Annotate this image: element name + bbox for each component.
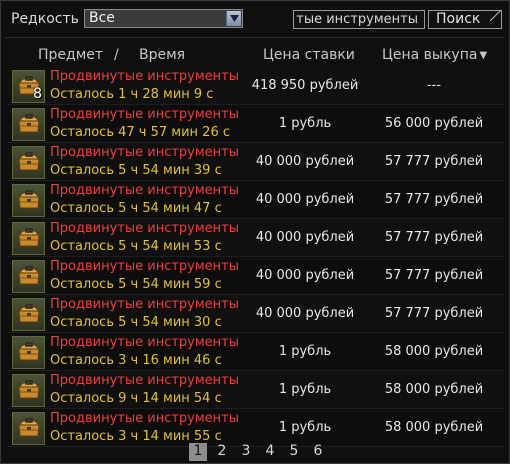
bid-price: 418 950 рублей: [251, 78, 359, 93]
divider: [5, 37, 505, 38]
column-header-bid[interactable]: Цена ставки: [263, 47, 355, 63]
item-name[interactable]: Продвинутые инструменты: [50, 259, 239, 274]
item-name[interactable]: Продвинутые инструменты: [50, 335, 239, 350]
time-left: Осталось 3 ч 14 мин 55 с: [50, 429, 222, 444]
toolbox-icon[interactable]: [12, 108, 45, 141]
bid-price: 1 рубль: [278, 116, 332, 131]
bid-price: 40 000 рублей: [255, 306, 355, 321]
column-header-buyout-label: Цена выкупа: [382, 47, 478, 63]
item-name[interactable]: Продвинутые инструменты: [50, 107, 239, 122]
sort-down-icon: ▼: [479, 50, 488, 61]
table-row[interactable]: Продвинутые инструменты Осталось 9 ч 14 м…: [7, 371, 505, 409]
buyout-price: 57 777 рублей: [384, 268, 484, 283]
time-left: Осталось 9 ч 14 мин 54 с: [50, 391, 222, 406]
bid-price: 40 000 рублей: [255, 230, 355, 245]
table-row[interactable]: Продвинутые инструменты Осталось 47 ч 57 …: [7, 105, 505, 143]
table-row[interactable]: Продвинутые инструменты Осталось 5 ч 54 м…: [7, 257, 505, 295]
toolbox-icon[interactable]: [12, 298, 45, 331]
column-header-item[interactable]: Предмет: [38, 47, 103, 63]
table-row[interactable]: 8 Продвинутые инструменты Осталось 1 ч 28 …: [7, 67, 505, 105]
toolbox-icon[interactable]: [12, 184, 45, 217]
bid-price: 40 000 рублей: [255, 268, 355, 283]
search-button-label: Поиск: [436, 11, 481, 27]
buyout-price: 57 777 рублей: [384, 306, 484, 321]
bid-price: 1 рубль: [278, 344, 332, 359]
buyout-price: 58 000 рублей: [384, 382, 484, 397]
rarity-label: Редкость: [11, 11, 79, 27]
item-name[interactable]: Продвинутые инструменты: [50, 373, 239, 388]
bid-price: 1 рубль: [278, 420, 332, 435]
corner-decoration-icon: [490, 10, 502, 22]
buyout-price: 57 777 рублей: [384, 154, 484, 169]
item-name[interactable]: Продвинутые инструменты: [50, 69, 239, 84]
item-name[interactable]: Продвинутые инструменты: [50, 221, 239, 236]
page-link-6[interactable]: 6: [309, 443, 327, 461]
item-name[interactable]: Продвинутые инструменты: [50, 297, 239, 312]
page-link-1[interactable]: 1: [189, 443, 207, 461]
buyout-price: 57 777 рублей: [384, 230, 484, 245]
toolbox-icon[interactable]: [12, 336, 45, 369]
item-name[interactable]: Продвинутые инструменты: [50, 183, 239, 198]
item-name[interactable]: Продвинутые инструменты: [50, 145, 239, 160]
time-left: Осталось 3 ч 16 мин 46 с: [50, 353, 222, 368]
toolbox-icon[interactable]: [12, 146, 45, 179]
bid-price: 1 рубль: [278, 382, 332, 397]
buyout-price: 56 000 рублей: [384, 116, 484, 131]
page-link-4[interactable]: 4: [261, 443, 279, 461]
buyout-price: 57 777 рублей: [384, 192, 484, 207]
chevron-down-icon[interactable]: [226, 11, 241, 26]
bid-price: 40 000 рублей: [255, 154, 355, 169]
toolbox-icon[interactable]: [12, 412, 45, 445]
column-header-time[interactable]: Время: [139, 47, 185, 63]
table-row[interactable]: Продвинутые инструменты Осталось 5 ч 54 м…: [7, 181, 505, 219]
search-input[interactable]: тые инструменты: [293, 10, 425, 29]
item-name[interactable]: Продвинутые инструменты: [50, 411, 239, 426]
toolbox-icon[interactable]: [12, 374, 45, 407]
table-row[interactable]: Продвинутые инструменты Осталось 5 ч 54 м…: [7, 219, 505, 257]
bid-price: 40 000 рублей: [255, 192, 355, 207]
auction-list: 8 Продвинутые инструменты Осталось 1 ч 28 …: [7, 67, 505, 447]
time-left: Осталось 5 ч 54 мин 59 с: [50, 277, 222, 292]
rarity-selected-value: Все: [89, 10, 115, 26]
buyout-price: ---: [426, 78, 442, 93]
table-row[interactable]: Продвинутые инструменты Осталось 3 ч 14 м…: [7, 409, 505, 447]
column-header-buyout[interactable]: Цена выкупа ▼: [382, 47, 487, 63]
column-header-separator: /: [114, 47, 119, 63]
page-link-3[interactable]: 3: [237, 443, 255, 461]
toolbox-icon[interactable]: 8: [12, 70, 45, 103]
auction-panel: Редкость Все тые инструменты Поиск Предм…: [0, 0, 510, 464]
item-quantity: 8: [33, 86, 42, 102]
rarity-dropdown[interactable]: Все: [84, 9, 243, 28]
search-button[interactable]: Поиск: [428, 10, 502, 29]
time-left: Осталось 1 ч 28 мин 9 с: [50, 87, 214, 102]
table-row[interactable]: Продвинутые инструменты Осталось 5 ч 54 м…: [7, 143, 505, 181]
pagination: 123456: [189, 443, 333, 461]
time-left: Осталось 5 ч 54 мин 39 с: [50, 163, 222, 178]
time-left: Осталось 47 ч 57 мин 26 с: [50, 125, 230, 140]
time-left: Осталось 5 ч 54 мин 30 с: [50, 315, 222, 330]
page-link-2[interactable]: 2: [213, 443, 231, 461]
buyout-price: 58 000 рублей: [384, 344, 484, 359]
toolbox-icon[interactable]: [12, 260, 45, 293]
buyout-price: 58 000 рублей: [384, 420, 484, 435]
page-link-5[interactable]: 5: [285, 443, 303, 461]
table-row[interactable]: Продвинутые инструменты Осталось 5 ч 54 м…: [7, 295, 505, 333]
table-row[interactable]: Продвинутые инструменты Осталось 3 ч 16 м…: [7, 333, 505, 371]
time-left: Осталось 5 ч 54 мин 47 с: [50, 201, 222, 216]
time-left: Осталось 5 ч 54 мин 53 с: [50, 239, 222, 254]
toolbox-icon[interactable]: [12, 222, 45, 255]
